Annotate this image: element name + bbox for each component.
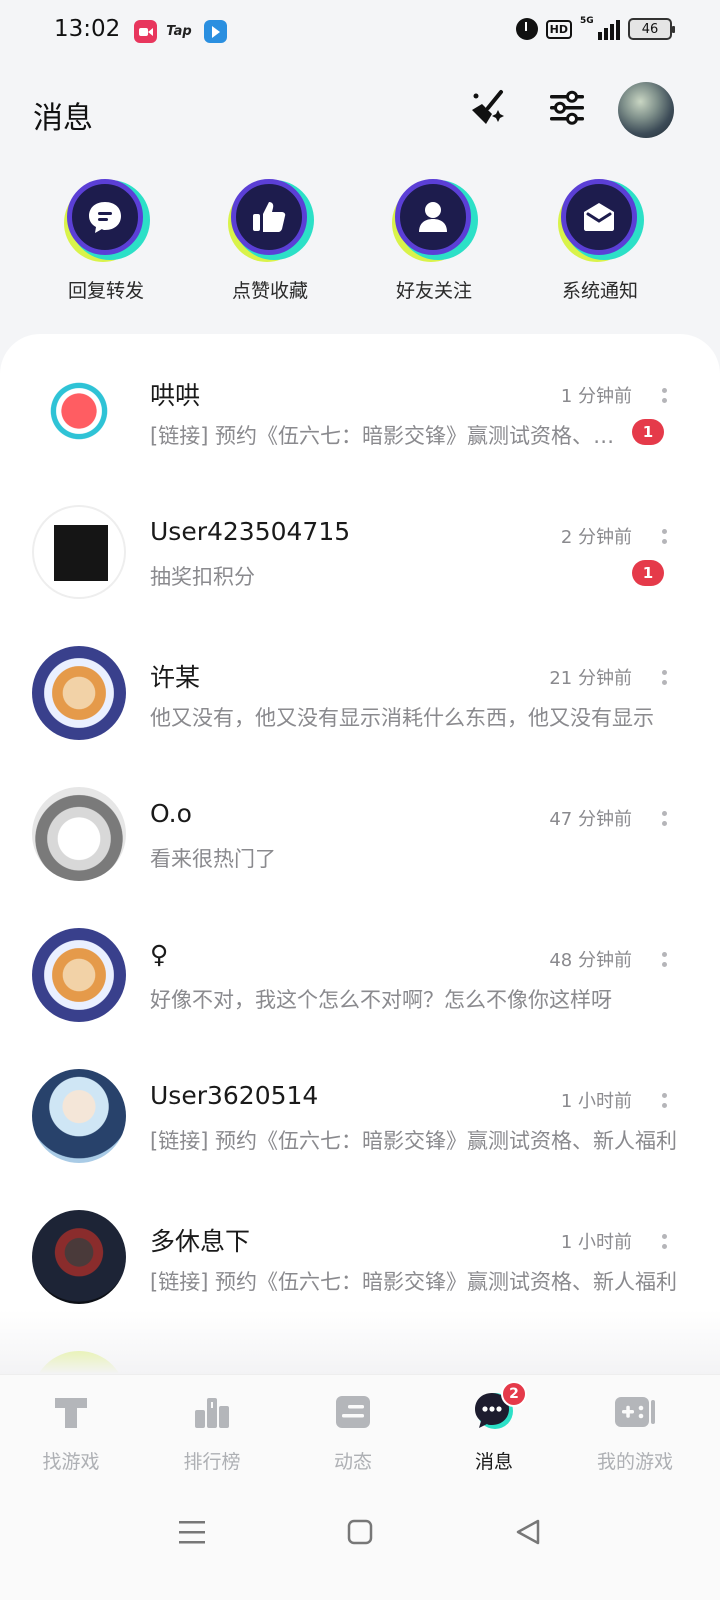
person-icon [395,179,471,255]
battery-level: 46 [641,21,659,37]
thumbs-up-icon [231,179,307,255]
message-time: 48 分钟前 [549,950,632,971]
tap-app-icon: Tap [166,24,192,39]
message-time: 1 小时前 [560,1232,632,1253]
contact-name: O.o [150,799,192,828]
page-title: 消息 [33,101,93,136]
shortcut-friends[interactable]: 好友关注 [364,176,504,303]
menu-icon[interactable] [172,1512,212,1552]
list-item[interactable]: O.o 47 分钟前 看来很热门了 [0,787,720,928]
avatar[interactable] [32,928,126,1022]
more-options-icon[interactable] [658,378,670,412]
my-games-icon [612,1389,658,1435]
contact-name: 哄哄 [150,381,201,410]
screen-recorder-icon [134,20,157,43]
feed-icon [330,1389,376,1435]
list-item[interactable]: User423504715 2 分钟前 抽奖扣积分 1 [0,505,720,646]
message-time: 1 小时前 [560,1091,632,1112]
message-preview: 他又没有，他又没有显示消耗什么东西，他又没有显示 [150,706,654,730]
message-preview: 抽奖扣积分 [150,565,255,589]
leaderboard-icon [189,1389,235,1435]
nav-label: 消息 [474,1451,513,1473]
unread-badge: 1 [632,419,664,445]
shortcut-label: 点赞收藏 [231,280,308,302]
chat-bubble-icon [67,179,143,255]
more-options-icon[interactable] [658,801,670,835]
avatar[interactable] [32,646,126,740]
contact-name: User3620514 [150,1081,319,1110]
avatar[interactable] [32,1069,126,1163]
more-options-icon[interactable] [658,1083,670,1117]
message-time: 1 分钟前 [560,386,632,407]
avatar[interactable] [32,364,126,458]
shortcut-likes[interactable]: 点赞收藏 [200,176,340,303]
message-time: 47 分钟前 [549,809,632,830]
message-category-shortcuts: 回复转发 点赞收藏 好友关注 系统通知 [0,176,720,306]
unread-badge: 1 [632,560,664,586]
filter-sliders-icon[interactable] [545,86,589,130]
more-options-icon[interactable] [658,1224,670,1258]
contact-name: 多休息下 [150,1227,251,1256]
tab-leaderboard[interactable]: 排行榜 [152,1389,272,1474]
more-options-icon[interactable] [658,519,670,553]
tab-find-games[interactable]: 找游戏 [11,1389,131,1474]
clean-broom-icon[interactable] [466,86,510,130]
system-navigation-bar [0,1484,720,1600]
message-preview: [链接] 预约《伍六七：暗影交锋》赢测试资格、新人福利 [150,1129,678,1153]
find-games-icon [48,1389,94,1435]
message-time: 21 分钟前 [549,668,632,689]
contact-name: ♀ [150,940,169,969]
message-preview: 看来很热门了 [150,847,276,871]
battery-icon: 46 [628,18,675,40]
nav-label: 找游戏 [42,1451,100,1473]
shortcut-label: 好友关注 [395,280,472,302]
list-fade [0,1310,720,1374]
nav-label: 排行榜 [183,1451,241,1473]
network-type: 5G [580,16,594,26]
status-bar: 13:02 Tap HD 5G 46 [0,0,720,64]
message-list: 哄哄 1 分钟前 [链接] 预约《伍六七：暗影交锋》赢测试资格、新人福利 1 U… [0,334,720,1374]
messages-icon: 2 [471,1381,527,1435]
home-icon[interactable] [340,1512,380,1552]
signal-icon: 5G [580,16,620,40]
shortcut-system-notices[interactable]: 系统通知 [530,176,670,303]
nav-label: 动态 [333,1451,372,1473]
list-item[interactable]: User3620514 1 小时前 [链接] 预约《伍六七：暗影交锋》赢测试资格… [0,1069,720,1210]
nav-unread-badge: 2 [501,1381,527,1407]
contact-name: User423504715 [150,517,351,546]
status-time: 13:02 [54,16,121,42]
list-item[interactable]: 许某 21 分钟前 他又没有，他又没有显示消耗什么东西，他又没有显示 [0,646,720,787]
more-options-icon[interactable] [658,942,670,976]
shortcut-replies[interactable]: 回复转发 [36,176,176,303]
avatar[interactable] [32,787,126,881]
tab-feed[interactable]: 动态 [293,1389,413,1474]
message-preview: 好像不对，我这个怎么不对啊？怎么不像你这样呀 [150,988,612,1012]
download-app-icon [204,20,227,43]
list-item[interactable]: 哄哄 1 分钟前 [链接] 预约《伍六七：暗影交锋》赢测试资格、新人福利 1 [0,364,720,505]
avatar[interactable] [32,1210,126,1304]
more-options-icon[interactable] [658,660,670,694]
shortcut-label: 系统通知 [561,280,638,302]
list-item[interactable]: ♀ 48 分钟前 好像不对，我这个怎么不对啊？怎么不像你这样呀 [0,928,720,1069]
contact-name: 许某 [150,663,201,692]
back-icon[interactable] [508,1512,548,1552]
message-preview: [链接] 预约《伍六七：暗影交锋》赢测试资格、新人福利 [150,424,620,448]
shortcut-label: 回复转发 [67,280,144,302]
message-time: 2 分钟前 [560,527,632,548]
avatar[interactable] [32,505,126,599]
envelope-icon [561,179,637,255]
tab-messages[interactable]: 2 消息 [434,1381,554,1474]
user-avatar[interactable] [618,82,674,138]
bottom-nav: 找游戏 排行榜 动态 2 消息 我的游戏 [0,1374,720,1484]
tab-my-games[interactable]: 我的游戏 [575,1389,695,1474]
nav-label: 我的游戏 [596,1451,673,1473]
message-preview: [链接] 预约《伍六七：暗影交锋》赢测试资格、新人福利 [150,1270,678,1294]
alarm-icon [515,18,538,40]
hd-indicator: HD [545,19,572,39]
